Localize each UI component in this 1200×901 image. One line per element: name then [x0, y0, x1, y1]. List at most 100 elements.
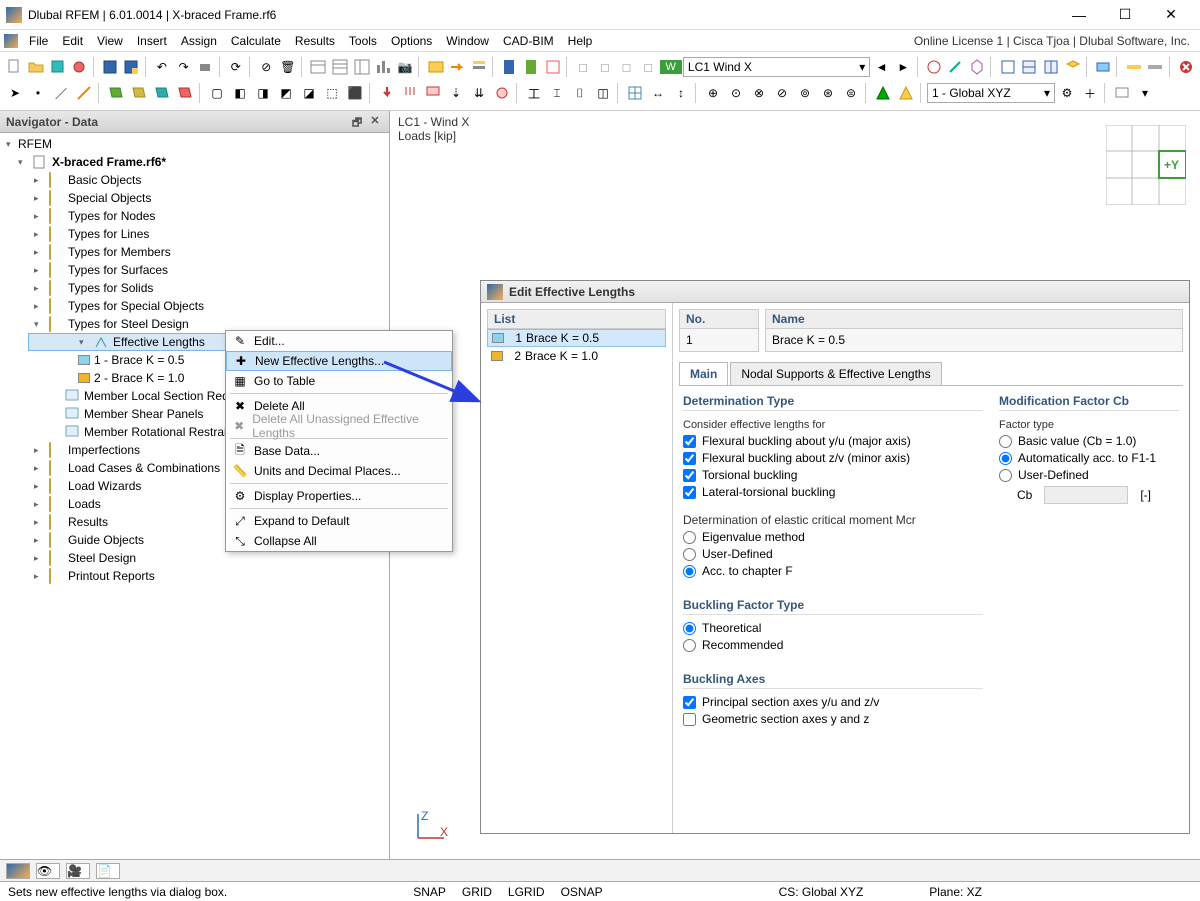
status-osnap[interactable]: OSNAP	[553, 885, 611, 899]
undo-icon[interactable]: ↶	[152, 56, 173, 78]
maximize-button[interactable]: ☐	[1102, 0, 1148, 30]
print-icon[interactable]	[195, 56, 216, 78]
cb-option[interactable]: User-Defined	[999, 468, 1179, 482]
btm-tab-data-icon[interactable]	[6, 863, 30, 879]
dim-a-icon[interactable]: ↔	[647, 82, 669, 104]
consider-option[interactable]: Torsional buckling	[683, 468, 983, 482]
block-icon[interactable]	[47, 56, 68, 78]
surf-d-icon[interactable]	[174, 82, 196, 104]
surf-a-icon[interactable]	[105, 82, 127, 104]
addon-a-icon[interactable]	[1123, 56, 1144, 78]
ctx-collapse-all[interactable]: ⤡Collapse All	[226, 531, 452, 551]
ctx-go-to-table[interactable]: ▦Go to Table	[226, 371, 452, 391]
name-value[interactable]: Brace K = 0.5	[765, 329, 1183, 352]
calc-icon[interactable]	[499, 56, 520, 78]
surf-c-icon[interactable]	[151, 82, 173, 104]
open-g-icon[interactable]: ⬛	[344, 82, 366, 104]
radio-icon[interactable]	[683, 565, 696, 578]
cb-option[interactable]: Basic value (Cb = 1.0)	[999, 434, 1179, 448]
dialog-title-bar[interactable]: Edit Effective Lengths	[481, 281, 1189, 303]
render-b-icon[interactable]	[895, 82, 917, 104]
ba-option[interactable]: Principal section axes y/u and z/v	[683, 695, 983, 709]
tool-c-icon[interactable]	[967, 56, 988, 78]
camera-icon[interactable]: 📷	[395, 56, 416, 78]
view-cube-icon[interactable]: +Y	[1106, 125, 1186, 205]
list-row[interactable]: 2Brace K = 1.0	[487, 347, 666, 365]
new-file-icon[interactable]	[4, 56, 25, 78]
layers-icon[interactable]	[1062, 56, 1083, 78]
cb-option[interactable]: Automatically acc. to F1-1	[999, 451, 1179, 465]
load-a-icon[interactable]	[376, 82, 398, 104]
menu-view[interactable]: View	[90, 32, 130, 50]
consider-option[interactable]: Flexural buckling about y/u (major axis)	[683, 434, 983, 448]
tool-b-icon[interactable]	[945, 56, 966, 78]
ghost1-icon[interactable]: ◻	[573, 56, 594, 78]
status-lgrid[interactable]: LGRID	[500, 885, 553, 899]
chart-icon[interactable]	[373, 56, 394, 78]
next-lc-icon[interactable]: ►	[893, 56, 914, 78]
checkbox-icon[interactable]	[683, 452, 696, 465]
consider-option[interactable]: Lateral-torsional buckling	[683, 485, 983, 499]
radio-icon[interactable]	[999, 469, 1012, 482]
tree-item[interactable]: ▸Types for Nodes	[0, 207, 389, 225]
radio-icon[interactable]	[683, 622, 696, 635]
nav-a-icon[interactable]	[997, 56, 1018, 78]
results-icon[interactable]	[542, 56, 563, 78]
snap-c-icon[interactable]: ⊗	[748, 82, 770, 104]
ctx-edit[interactable]: ✎Edit...	[226, 331, 452, 351]
ghost3-icon[interactable]: ◻	[616, 56, 637, 78]
ghost4-icon[interactable]: ◻	[638, 56, 659, 78]
cs-combo[interactable]: 1 - Global XYZ▾	[927, 83, 1055, 103]
select-arrow-icon[interactable]: ➤	[4, 82, 26, 104]
tree-file[interactable]: ▾X-braced Frame.rf6*	[0, 153, 389, 171]
checkbox-icon[interactable]	[683, 486, 696, 499]
trash-icon[interactable]: 🗑	[278, 56, 299, 78]
mcr-option[interactable]: User-Defined	[683, 547, 983, 561]
menu-cad-bim[interactable]: CAD-BIM	[496, 32, 561, 50]
bf-option[interactable]: Theoretical	[683, 621, 983, 635]
sect-b-icon[interactable]: ⌶	[546, 82, 568, 104]
radio-icon[interactable]	[683, 548, 696, 561]
close-button[interactable]: ✕	[1148, 0, 1194, 30]
addon-b-icon[interactable]	[1145, 56, 1166, 78]
tree-item[interactable]: ▸Basic Objects	[0, 171, 389, 189]
no-value[interactable]: 1	[679, 329, 759, 352]
minimize-button[interactable]: —	[1056, 0, 1102, 30]
ctx-display-properties[interactable]: ⚙Display Properties...	[226, 486, 452, 506]
lc-edit-icon[interactable]	[425, 56, 446, 78]
tab-nodal-supports[interactable]: Nodal Supports & Effective Lengths	[730, 362, 941, 385]
ba-option[interactable]: Geometric section axes y and z	[683, 712, 983, 726]
prev-lc-icon[interactable]: ◄	[871, 56, 892, 78]
menu-insert[interactable]: Insert	[130, 32, 174, 50]
lc-arrow-icon[interactable]	[447, 56, 468, 78]
checkbox-icon[interactable]	[683, 435, 696, 448]
menu-help[interactable]: Help	[561, 32, 600, 50]
tree-item[interactable]: ▸Special Objects	[0, 189, 389, 207]
load-c-icon[interactable]	[422, 82, 444, 104]
load-b-icon[interactable]	[399, 82, 421, 104]
radio-icon[interactable]	[683, 531, 696, 544]
ctx-new-effective-lengths[interactable]: ✚New Effective Lengths...	[226, 351, 452, 371]
save-icon[interactable]	[99, 56, 120, 78]
line-icon[interactable]: ／	[50, 82, 72, 104]
open-b-icon[interactable]: ◧	[229, 82, 251, 104]
btm-tab-doc-icon[interactable]: 📄	[96, 863, 120, 879]
open-icon[interactable]	[26, 56, 47, 78]
load-case-combo[interactable]: LC1 Wind X▾	[683, 57, 870, 77]
cancel-icon[interactable]: ⊘	[256, 56, 277, 78]
snap-a-icon[interactable]: ⊕	[702, 82, 724, 104]
lc-list-icon[interactable]	[469, 56, 490, 78]
snap-g-icon[interactable]: ⊜	[840, 82, 862, 104]
nav-restore-button[interactable]: 🗗	[349, 114, 365, 130]
sect-a-icon[interactable]: 工	[523, 82, 545, 104]
close-x-icon[interactable]	[1175, 56, 1196, 78]
nav-close-button[interactable]: ✕	[367, 114, 383, 130]
calc-all-icon[interactable]	[521, 56, 542, 78]
view-icon[interactable]	[1093, 56, 1114, 78]
node-icon[interactable]: •	[27, 82, 49, 104]
open-a-icon[interactable]: ▢	[206, 82, 228, 104]
mcr-option[interactable]: Acc. to chapter F	[683, 564, 983, 578]
menu-file[interactable]: File	[22, 32, 55, 50]
radio-icon[interactable]	[999, 435, 1012, 448]
wizard-icon[interactable]	[69, 56, 90, 78]
